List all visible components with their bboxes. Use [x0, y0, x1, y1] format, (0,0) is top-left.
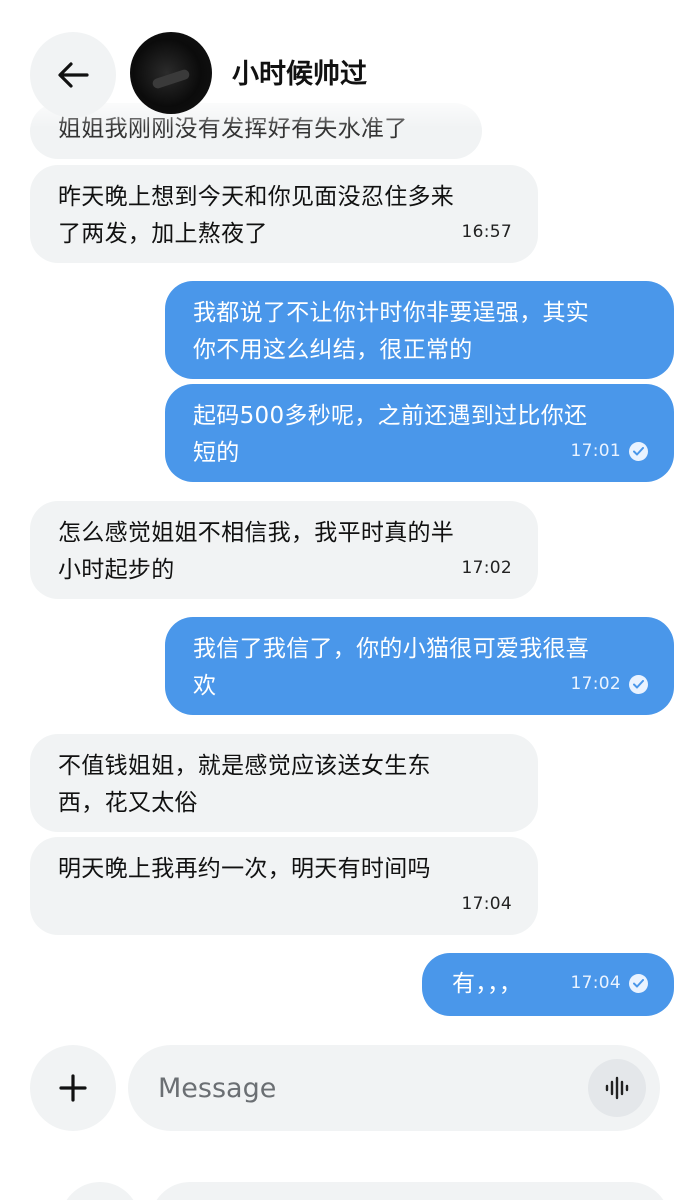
message-composer	[128, 1045, 660, 1131]
voice-message-button[interactable]	[588, 1059, 646, 1117]
read-check-icon	[629, 974, 648, 993]
message-bubble-outgoing[interactable]: 起码500多秒呢，之前还遇到过比你还 短的 17:01	[165, 384, 674, 482]
message-bubble-incoming[interactable]: 昨天晚上想到今天和你见面没忍住多来 了两发，加上熬夜了 16:57	[30, 165, 538, 263]
bottom-nav-shape	[150, 1182, 670, 1200]
message-text: 了两发，加上熬夜了	[58, 221, 268, 247]
back-button[interactable]	[30, 32, 116, 118]
message-bubble-outgoing[interactable]: 有，，， 17:04	[422, 953, 674, 1016]
read-check-icon	[629, 675, 648, 694]
message-bubble-outgoing[interactable]: 我都说了不让你计时你非要逞强，其实 你不用这么纠结，很正常的	[165, 281, 674, 379]
message-text: 起码500多秒呢，之前还遇到过比你还	[193, 403, 588, 429]
message-bubble-incoming[interactable]: 怎么感觉姐姐不相信我，我平时真的半 小时起步的 17:02	[30, 501, 538, 599]
message-text: 我信了我信了，你的小猫很可爱我很喜	[193, 636, 590, 662]
waveform-icon	[605, 1076, 629, 1100]
message-text: 昨天晚上想到今天和你见面没忍住多来	[58, 184, 455, 210]
message-text: 明天晚上我再约一次，明天有时间吗	[58, 856, 431, 882]
message-text: 你不用这么纠结，很正常的	[193, 337, 473, 363]
arrow-left-icon	[58, 62, 89, 88]
message-time: 16:57	[461, 222, 512, 242]
message-time: 17:04	[571, 965, 648, 1002]
message-text: 我都说了不让你计时你非要逞强，其实	[193, 300, 590, 326]
message-time: 17:02	[571, 666, 648, 703]
message-bubble-incoming[interactable]: 不值钱姐姐，就是感觉应该送女生东 西，花又太俗	[30, 734, 538, 832]
read-check-icon	[629, 442, 648, 461]
message-time: 17:01	[571, 433, 648, 470]
message-time: 17:04	[461, 894, 512, 914]
message-input[interactable]	[158, 1045, 578, 1131]
message-text: 不值钱姐姐，就是感觉应该送女生东	[58, 753, 431, 779]
message-bubble-incoming[interactable]: 明天晚上我再约一次，明天有时间吗 17:04	[30, 837, 538, 935]
add-attachment-button[interactable]	[30, 1045, 116, 1131]
contact-name[interactable]: 小时候帅过	[232, 52, 367, 91]
plus-icon	[59, 1074, 87, 1102]
bottom-nav-shape	[60, 1182, 140, 1200]
message-bubble-outgoing[interactable]: 我信了我信了，你的小猫很可爱我很喜 欢 17:02	[165, 617, 674, 715]
message-text: 小时起步的	[58, 557, 175, 583]
avatar[interactable]	[130, 32, 212, 114]
message-text: 西，花又太俗	[58, 790, 198, 816]
message-time: 17:02	[461, 558, 512, 578]
message-text: 怎么感觉姐姐不相信我，我平时真的半	[58, 520, 455, 546]
